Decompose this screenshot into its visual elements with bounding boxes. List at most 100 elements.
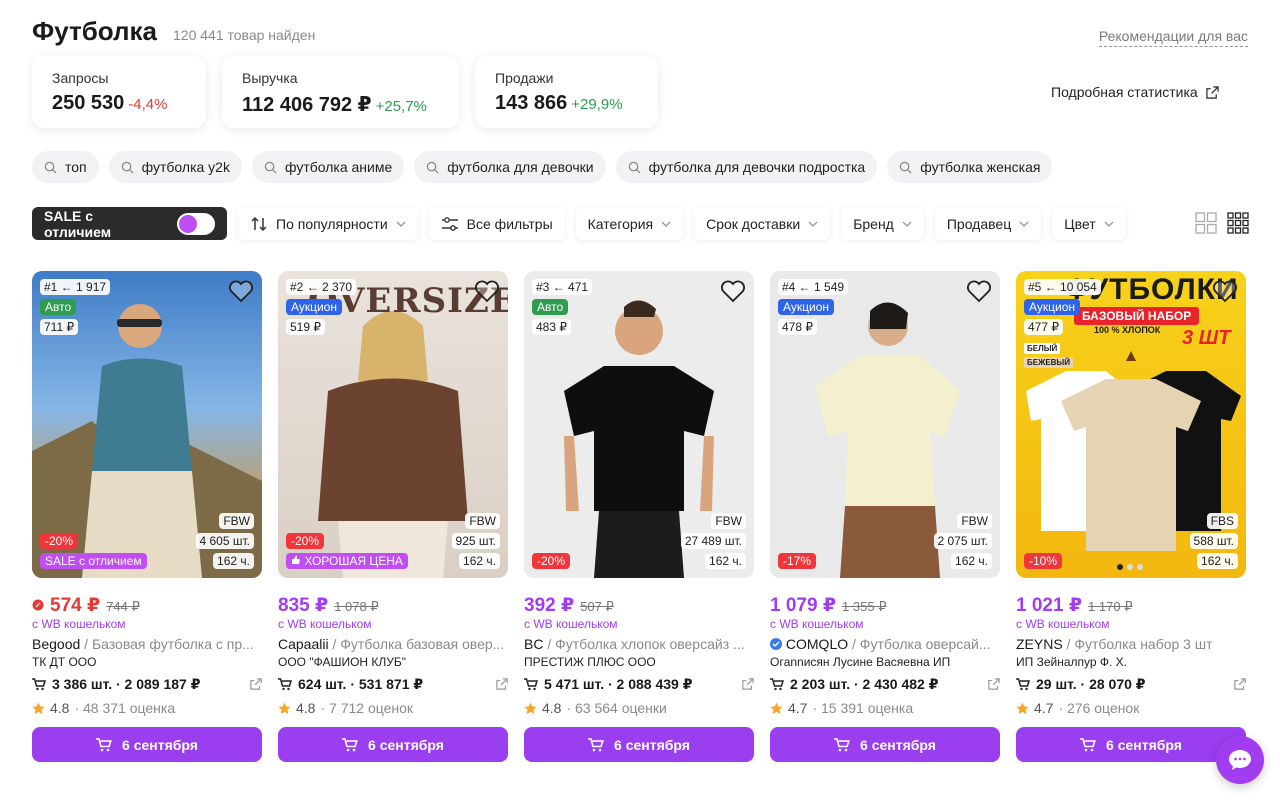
- add-to-cart-button[interactable]: 6 сентября: [32, 727, 262, 762]
- cart-icon: [278, 678, 292, 691]
- suggestion-chip[interactable]: футболка для девочки: [414, 151, 606, 183]
- discount-badge: -10%: [1024, 553, 1063, 569]
- brand-name: BC: [524, 636, 544, 652]
- banner-count: 3 ШТ: [1182, 327, 1231, 349]
- add-to-cart-button[interactable]: 6 сентября: [770, 727, 1000, 762]
- product-price: 574 ₽: [50, 595, 101, 616]
- rank-tag: #1 ← 1 917: [40, 279, 111, 295]
- sale-badge: SALE с отличием: [40, 553, 147, 569]
- product-grid: #1 ← 1 917 Авто 711 ₽ FBW 4 605 шт. 162 …: [32, 271, 1246, 762]
- product-title[interactable]: COMQLO / Футболка оверсай...: [770, 636, 1000, 652]
- chip-label: футболка y2k: [141, 159, 230, 175]
- external-link-icon[interactable]: [496, 678, 508, 690]
- delivery-date: 6 сентября: [860, 736, 936, 753]
- product-photo-woman-oversize: [815, 302, 960, 578]
- product-image[interactable]: ФУТБОЛКИ БАЗОВЫЙ НАБОР 100 % ХЛОПОК 3 ШТ…: [1016, 271, 1246, 578]
- product-price: 1 079 ₽: [770, 595, 837, 616]
- stock-tag: 588 шт.: [1189, 533, 1238, 549]
- cart-icon: [96, 737, 112, 751]
- reviews-count: · 276 оценок: [1058, 700, 1140, 716]
- product-card[interactable]: #4 ← 1 549 Аукцион 478 ₽ FBW 2 075 шт. 1…: [770, 271, 1000, 762]
- external-link-icon: [1205, 85, 1219, 99]
- add-to-cart-button[interactable]: 6 сентября: [524, 727, 754, 762]
- seller-label: Продавец: [946, 215, 1012, 232]
- chat-button[interactable]: [1216, 736, 1264, 784]
- seller-dropdown[interactable]: Продавец: [934, 207, 1042, 240]
- all-filters-button[interactable]: Все фильтры: [428, 207, 565, 240]
- delivery-date: 6 сентября: [122, 736, 198, 753]
- promo-badge: Аукцион: [286, 299, 342, 315]
- rating-value: 4.8: [50, 700, 70, 716]
- sales-value: 2 203 шт. · 2 430 482 ₽: [790, 676, 939, 692]
- stat-revenue: Выручка 112 406 792 ₽ +25,7%: [222, 56, 459, 128]
- grid-small-icon[interactable]: [1227, 212, 1249, 234]
- add-to-cart-button[interactable]: 6 сентября: [278, 727, 508, 762]
- cart-icon: [1016, 678, 1030, 691]
- external-link-icon[interactable]: [1234, 678, 1246, 690]
- product-image[interactable]: #1 ← 1 917 Авто 711 ₽ FBW 4 605 шт. 162 …: [32, 271, 262, 578]
- product-title[interactable]: Capaalii / Футболка базовая овер...: [278, 636, 508, 652]
- heart-icon[interactable]: [1212, 279, 1238, 303]
- good-price-badge: ХОРОШАЯ ЦЕНА: [286, 553, 408, 569]
- sort-label: По популярности: [276, 215, 388, 232]
- product-card[interactable]: OVERSIZE #2 ← 2 370 Аукцион 519 ₽ FBW 92…: [278, 271, 508, 762]
- old-price: 507 ₽: [580, 599, 614, 614]
- suggestion-chip[interactable]: футболка y2k: [108, 151, 242, 183]
- delivery-label: Срок доставки: [706, 215, 801, 232]
- discount-badge: -20%: [532, 553, 571, 569]
- grid-large-icon[interactable]: [1195, 212, 1217, 234]
- banner-cotton: 100 % ХЛОПОК: [1094, 325, 1161, 335]
- external-link-icon[interactable]: [742, 678, 754, 690]
- add-to-cart-button[interactable]: 6 сентября: [1016, 727, 1246, 762]
- product-name: / Футболка набор 3 шт: [1066, 636, 1213, 652]
- discount-badge: -20%: [286, 533, 325, 549]
- star-icon: [524, 701, 537, 714]
- color-label-beige: БЕЖЕВЫЙ: [1024, 357, 1074, 368]
- product-title[interactable]: ZEYNS / Футболка набор 3 шт: [1016, 636, 1246, 652]
- search-icon: [899, 161, 912, 174]
- product-title[interactable]: Begood / Базовая футболка с пр...: [32, 636, 262, 652]
- product-photo-man: [32, 304, 262, 578]
- external-link-icon[interactable]: [250, 678, 262, 690]
- product-card[interactable]: #1 ← 1 917 Авто 711 ₽ FBW 4 605 шт. 162 …: [32, 271, 262, 762]
- suggestion-chip[interactable]: футболка аниме: [251, 151, 405, 183]
- heart-icon[interactable]: [474, 279, 500, 303]
- product-image[interactable]: OVERSIZE #2 ← 2 370 Аукцион 519 ₽ FBW 92…: [278, 271, 508, 578]
- product-card[interactable]: ФУТБОЛКИ БАЗОВЫЙ НАБОР 100 % ХЛОПОК 3 ШТ…: [1016, 271, 1246, 762]
- toggle-switch[interactable]: [177, 212, 215, 235]
- suggestion-chip[interactable]: футболка женская: [887, 151, 1053, 183]
- product-image[interactable]: #3 ← 471 Авто 483 ₽ FBW 27 489 шт. 162 ч…: [524, 271, 754, 578]
- brand-dropdown[interactable]: Бренд: [841, 207, 924, 240]
- rating: 4.7 · 15 391 оценка: [770, 700, 1000, 716]
- reviews-count: · 15 391 оценка: [812, 700, 914, 716]
- brand-name: Begood: [32, 636, 81, 652]
- product-card[interactable]: #3 ← 471 Авто 483 ₽ FBW 27 489 шт. 162 ч…: [524, 271, 754, 762]
- sort-dropdown[interactable]: По популярности: [238, 207, 418, 240]
- heart-icon[interactable]: [720, 279, 746, 303]
- verified-icon: [770, 638, 782, 650]
- color-dropdown[interactable]: Цвет: [1052, 207, 1126, 240]
- chip-label: футболка для девочки: [447, 159, 594, 175]
- category-dropdown[interactable]: Категория: [575, 207, 684, 240]
- product-title[interactable]: BC / Футболка хлопок оверсайз ...: [524, 636, 754, 652]
- suggestion-chip[interactable]: футболка для девочки подростка: [615, 151, 878, 183]
- external-link-icon[interactable]: [988, 678, 1000, 690]
- suggestion-chip[interactable]: топ: [32, 151, 99, 183]
- sale-toggle[interactable]: SALE с отличием: [32, 207, 227, 240]
- image-pagination[interactable]: [1117, 564, 1143, 570]
- product-image[interactable]: #4 ← 1 549 Аукцион 478 ₽ FBW 2 075 шт. 1…: [770, 271, 1000, 578]
- heart-icon[interactable]: [228, 279, 254, 303]
- fulfillment-tag: FBW: [465, 513, 500, 529]
- discount-badge: -20%: [40, 533, 79, 549]
- recommendations-link[interactable]: Рекомендации для вас: [1098, 28, 1248, 47]
- delivery-date: 6 сентября: [614, 736, 690, 753]
- delivery-dropdown[interactable]: Срок доставки: [694, 207, 831, 240]
- product-name: / Футболка базовая овер...: [332, 636, 505, 652]
- stat-requests: Запросы 250 530 -4,4%: [32, 56, 206, 128]
- chip-label: футболка для девочки подростка: [648, 159, 866, 175]
- sales-stats: 5 471 шт. · 2 088 439 ₽: [524, 676, 754, 693]
- chevron-down-icon: [902, 221, 912, 227]
- heart-icon[interactable]: [966, 279, 992, 303]
- detailed-stats-link[interactable]: Подробная статистика: [1051, 84, 1219, 100]
- sales-value: 624 шт. · 531 871 ₽: [298, 676, 424, 692]
